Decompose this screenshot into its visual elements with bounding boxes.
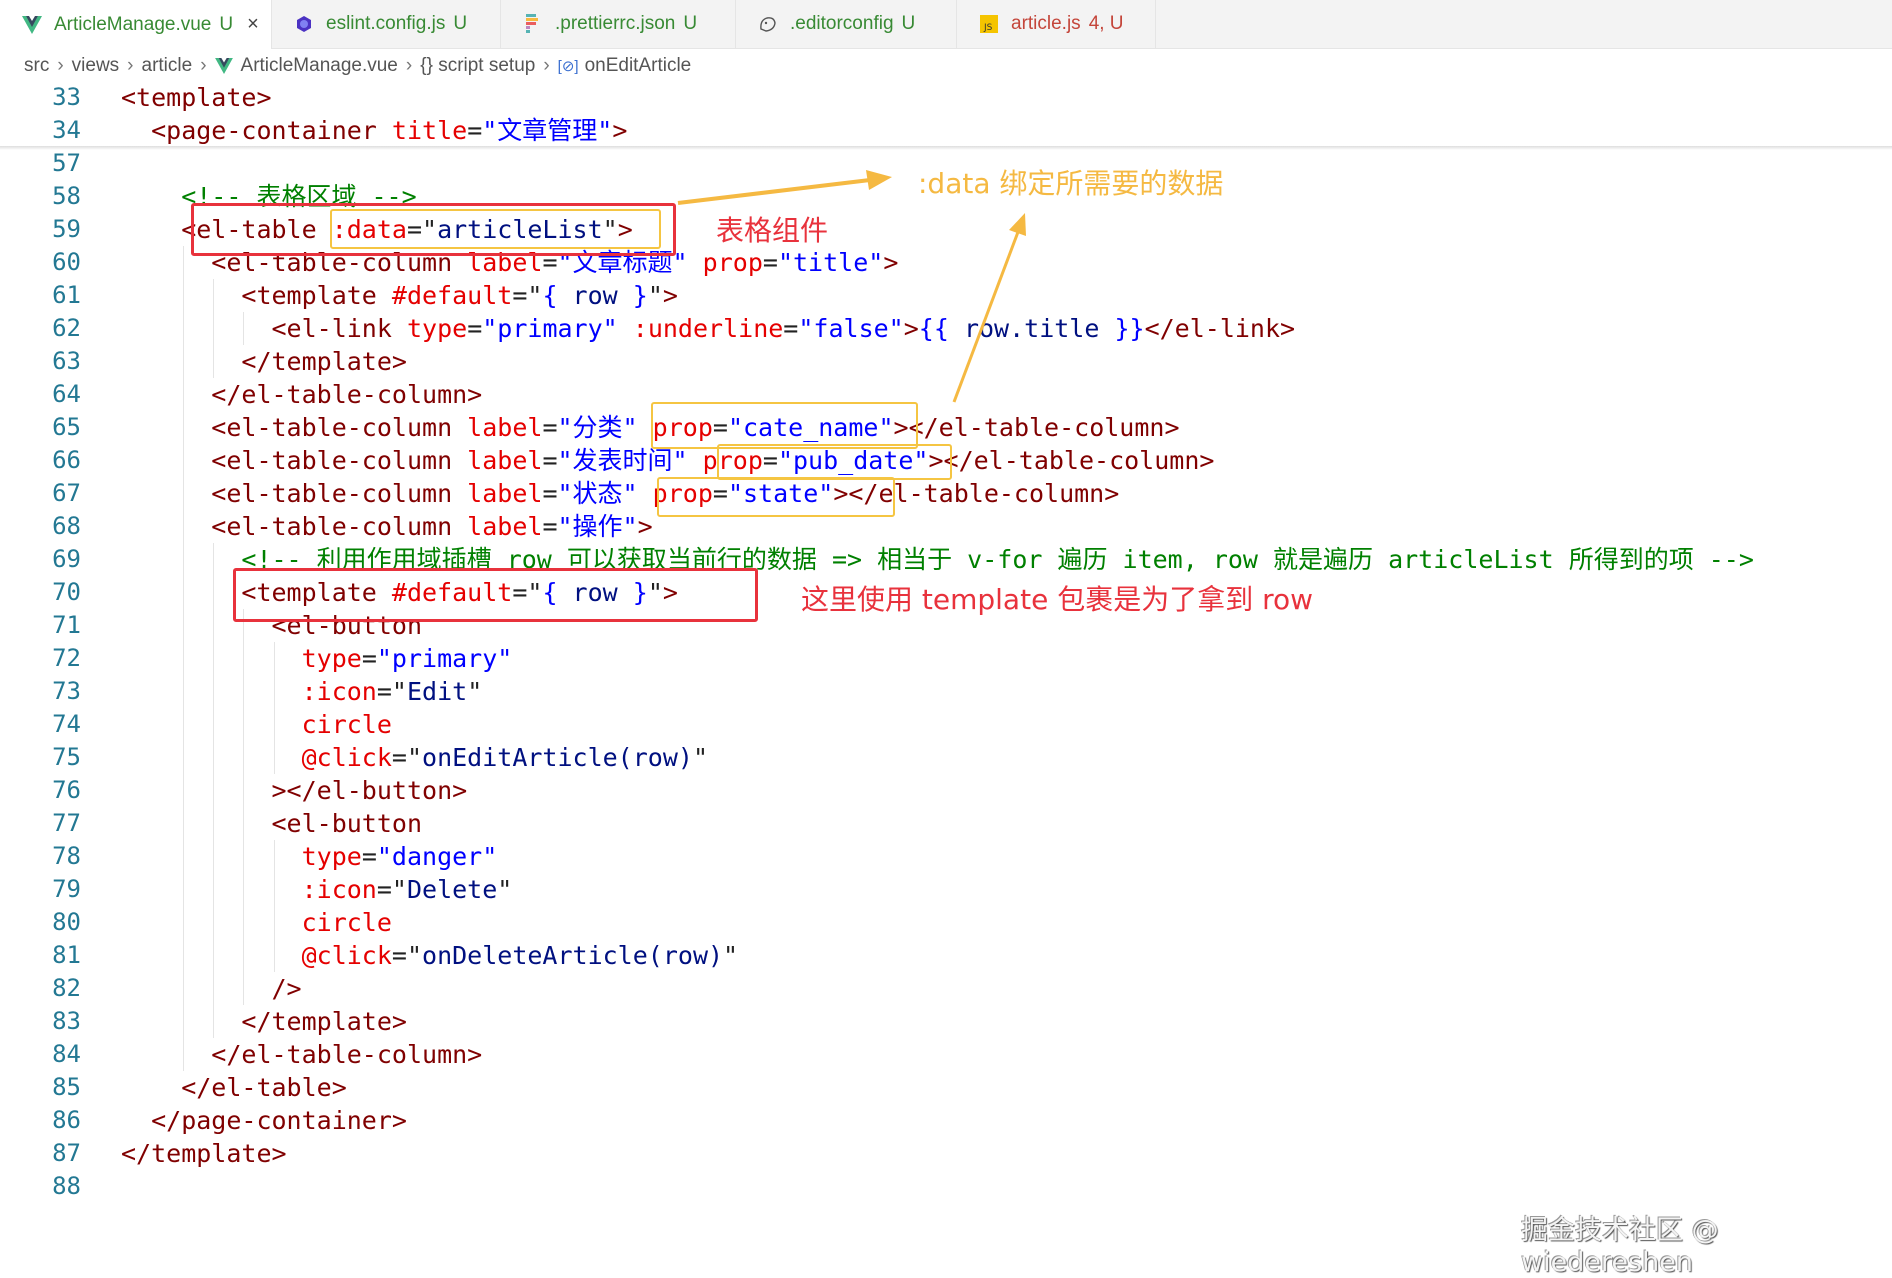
arrow-from-props	[952, 213, 1026, 403]
arrow-to-data-note	[677, 170, 892, 205]
table-component-note: 表格组件	[716, 214, 829, 247]
data-binding-note: :data 绑定所需要的数据	[918, 167, 1224, 200]
watermark: 掘金技术社区 @ wiedereshen	[1521, 1215, 1719, 1278]
template-note: 这里使用 template 包裹是为了拿到 row	[801, 583, 1314, 616]
